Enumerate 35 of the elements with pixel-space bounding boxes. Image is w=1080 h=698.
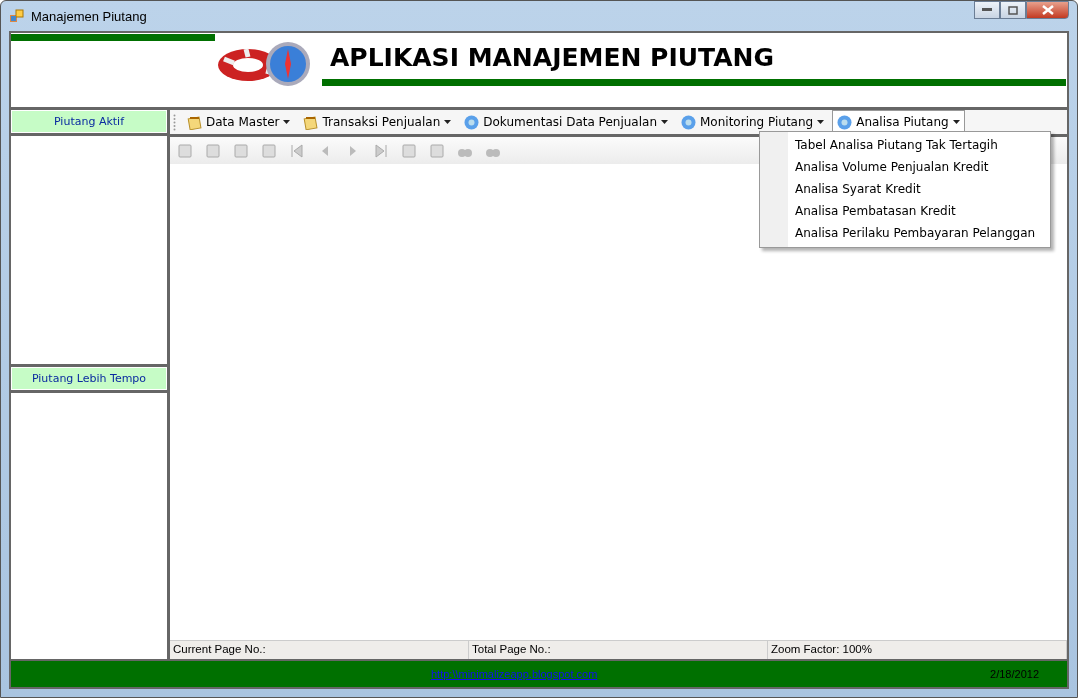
close-button[interactable]: [1026, 1, 1069, 19]
dropdown-arrow-icon: [444, 120, 452, 124]
minimize-icon: [982, 8, 992, 12]
dropdown-arrow-icon: [952, 120, 960, 124]
dropdown-arrow-icon: [817, 120, 825, 124]
panel-header: Piutang Aktif: [11, 110, 167, 133]
notepad-icon: [303, 114, 319, 130]
date-text: 2/18/2012: [990, 668, 1039, 680]
menu-item[interactable]: Monitoring Piutang: [676, 111, 830, 133]
globe-icon: [464, 114, 480, 130]
grip-icon: [173, 113, 176, 131]
menu-item[interactable]: Data Master: [182, 111, 296, 133]
menu-option[interactable]: Analisa Syarat Kredit: [760, 178, 1050, 200]
maximize-button[interactable]: [1000, 1, 1026, 19]
minimize-button[interactable]: [974, 1, 1000, 19]
dropdown-arrow-icon: [661, 120, 668, 124]
menu-item[interactable]: Dokumentasi Data Penjualan: [459, 111, 673, 133]
globe-icon: [837, 114, 853, 130]
window-title: Manajemen Piutang: [31, 8, 147, 24]
notepad-icon: [187, 114, 202, 130]
globe-icon: [681, 114, 696, 130]
dropdown-arrow-icon: [283, 120, 291, 124]
menu-option[interactable]: Analisa Pembatasan Kredit: [760, 200, 1050, 222]
maximize-icon: [1008, 5, 1018, 15]
app-title: APLIKASI MANAJEMEN PIUTANG: [329, 43, 775, 73]
panel-header: Piutang Lebih Tempo: [11, 367, 167, 390]
menu-item[interactable]: Transaksi Penjualan: [298, 111, 457, 133]
first-icon[interactable]: [289, 142, 305, 159]
last-icon[interactable]: [373, 142, 389, 159]
menu-option[interactable]: Tabel Analisa Piutang Tak Tertagih: [760, 134, 1050, 156]
menu-option[interactable]: Analisa Perilaku Pembayaran Pelanggan: [760, 222, 1050, 244]
menu-item[interactable]: Analisa Piutang: [832, 110, 965, 134]
close-icon: [1041, 5, 1054, 15]
menu-option[interactable]: Analisa Volume Penjualan Kredit: [760, 156, 1050, 178]
app-icon: [9, 8, 25, 24]
